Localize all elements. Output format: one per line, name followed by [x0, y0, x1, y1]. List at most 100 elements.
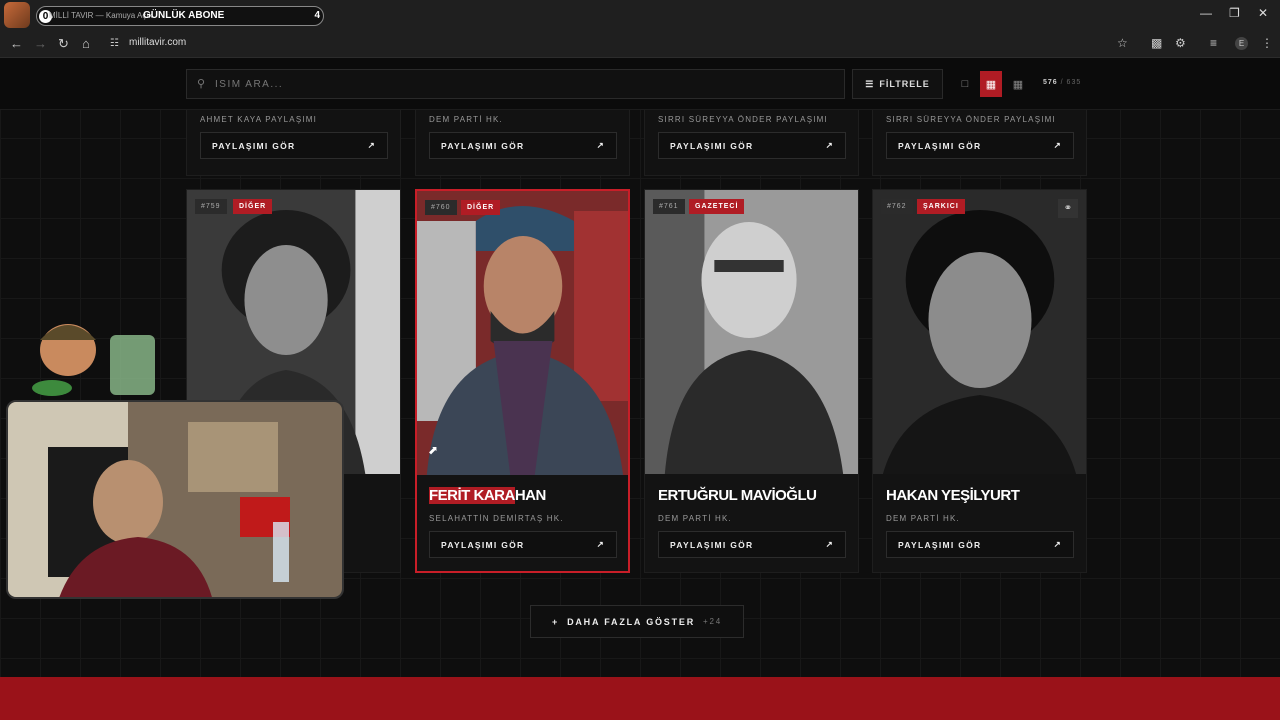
subscriber-counter-right: 4 [314, 10, 320, 21]
profile-avatar[interactable]: E [1235, 37, 1248, 50]
mouse-cursor-icon: ⬈ [428, 443, 439, 457]
person-photo [873, 190, 1086, 474]
card-party: SELAHATTİN DEMİRTAŞ HK. [429, 514, 564, 523]
browser-tab-bar: 0 MİLLİ TAVIR — Kamuya Açık GÜNLÜK ABONE… [0, 0, 1280, 31]
home-icon[interactable]: ⌂ [82, 36, 90, 51]
grid-4-icon: ▦ [985, 78, 997, 91]
link-icon[interactable]: ⚭ [1058, 199, 1078, 218]
search-box: ⚲ [186, 69, 845, 99]
bookmark-star-icon[interactable]: ☆ [1117, 36, 1128, 50]
restore-icon[interactable]: ❐ [1229, 6, 1240, 20]
view-share-button[interactable]: PAYLAŞIMI GÖR ↗ [658, 132, 846, 159]
share-label: PAYLAŞIMI GÖR [898, 539, 982, 550]
share-label: PAYLAŞIMI GÖR [441, 539, 525, 550]
arrow-up-right-icon: ↗ [596, 539, 605, 549]
share-label: PAYLAŞIMI GÖR [670, 539, 754, 550]
footer-red-bar [0, 677, 1280, 720]
forward-icon[interactable]: → [34, 36, 47, 51]
category-badge: GAZETECİ [689, 199, 745, 214]
category-badge: DİĞER [461, 200, 501, 215]
count-total: 635 [1066, 79, 1082, 86]
grid-9-icon: ▦ [1012, 78, 1024, 91]
name-rest: HAN [514, 487, 547, 504]
view-share-button[interactable]: PAYLAŞIMI GÖR ↗ [200, 132, 388, 159]
person-card[interactable]: #760 DİĞER FERİT KARAHAN SELAHATTİN DEMİ… [415, 189, 630, 573]
address-bar: ← → ↻ ⌂ ☷ millitavir.com ☆ ▩ ⚙ ≡ E ⋮ [0, 31, 1280, 58]
card-party: DEM PARTİ HK. [429, 115, 503, 124]
card-partial: SIRRI SÜREYYA ÖNDER PAYLAŞIMI PAYLAŞIMI … [872, 110, 1087, 176]
view-share-button[interactable]: PAYLAŞIMI GÖR ↗ [886, 531, 1074, 558]
back-icon[interactable]: ← [10, 36, 23, 51]
arrow-up-right-icon: ↗ [1053, 539, 1062, 549]
view-single-button[interactable]: □ [954, 71, 976, 97]
result-count: 576 / 635 [1043, 79, 1081, 86]
streamer-avatar-icon [4, 2, 30, 28]
card-partial: AHMET KAYA PAYLAŞIMI PAYLAŞIMI GÖR ↗ [186, 110, 401, 176]
count-separator: / [1060, 79, 1064, 86]
page-content: ⚲ ☰ FİLTRELE □ ▦ ▦ 576 / 635 AHMET KAYA … [0, 58, 1280, 720]
card-partial: DEM PARTİ HK. PAYLAŞIMI GÖR ↗ [415, 110, 630, 176]
show-more-button[interactable]: + DAHA FAZLA GÖSTER +24 [530, 605, 744, 638]
sticky-toolbar: ⚲ ☰ FİLTRELE □ ▦ ▦ 576 / 635 [0, 58, 1280, 110]
site-info-icon[interactable]: ☷ [110, 38, 119, 49]
minimize-icon[interactable]: — [1200, 6, 1212, 20]
browser-tab[interactable]: 0 MİLLİ TAVIR — Kamuya Açık GÜNLÜK ABONE… [36, 6, 324, 26]
square-icon: □ [961, 78, 969, 90]
card-party: SIRRI SÜREYYA ÖNDER PAYLAŞIMI [658, 115, 828, 124]
tab-title: MİLLİ TAVIR — Kamuya Açık [49, 11, 153, 20]
plus-icon: + [552, 616, 560, 627]
card-id-badge: #762 [881, 199, 913, 214]
show-more-count: +24 [703, 617, 722, 626]
card-party: SIRRI SÜREYYA ÖNDER PAYLAŞIMI [886, 115, 1056, 124]
card-party: DEM PARTİ HK. [886, 514, 960, 523]
extensions-icon[interactable]: ⚙ [1175, 36, 1186, 50]
view-share-button[interactable]: PAYLAŞIMI GÖR ↗ [658, 531, 846, 558]
card-id-badge: #760 [425, 200, 457, 215]
category-badge: ŞARKICI [917, 199, 965, 214]
person-name: HAKAN YEŞİLYURT [886, 487, 1020, 504]
view-dense-grid-button[interactable]: ▦ [1007, 71, 1029, 97]
url-field[interactable]: millitavir.com [129, 37, 186, 48]
card-party: DEM PARTİ HK. [658, 514, 732, 523]
arrow-up-right-icon: ↗ [367, 140, 376, 150]
person-photo [645, 190, 858, 474]
share-label: PAYLAŞIMI GÖR [441, 140, 525, 151]
share-label: PAYLAŞIMI GÖR [670, 140, 754, 151]
arrow-up-right-icon: ↗ [825, 539, 834, 549]
search-icon: ⚲ [197, 78, 206, 90]
view-share-button[interactable]: PAYLAŞIMI GÖR ↗ [429, 132, 617, 159]
show-more-label: DAHA FAZLA GÖSTER [567, 616, 695, 627]
search-input[interactable] [215, 76, 815, 92]
share-label: PAYLAŞIMI GÖR [898, 140, 982, 151]
view-share-button[interactable]: PAYLAŞIMI GÖR ↗ [886, 132, 1074, 159]
reading-list-icon[interactable]: ≡ [1210, 36, 1217, 50]
filter-button[interactable]: ☰ FİLTRELE [852, 69, 943, 99]
card-id-badge: #761 [653, 199, 685, 214]
count-current: 576 [1043, 79, 1058, 86]
arrow-up-right-icon: ↗ [1053, 140, 1062, 150]
view-grid-button[interactable]: ▦ [980, 71, 1002, 97]
reload-icon[interactable]: ↻ [58, 36, 69, 52]
screen-cast-icon[interactable]: ▩ [1151, 36, 1162, 50]
name-highlight: FERİT KARA [429, 487, 515, 504]
filter-label: FİLTRELE [879, 79, 930, 89]
card-partial: SIRRI SÜREYYA ÖNDER PAYLAŞIMI PAYLAŞIMI … [644, 110, 859, 176]
share-label: PAYLAŞIMI GÖR [212, 140, 296, 151]
category-badge: DİĞER [233, 199, 273, 214]
person-photo [417, 191, 628, 475]
webcam-overlay [6, 400, 344, 599]
arrow-up-right-icon: ↗ [825, 140, 834, 150]
person-name: ERTUĞRUL MAVİOĞLU [658, 487, 817, 504]
menu-kebab-icon[interactable]: ⋮ [1261, 36, 1273, 50]
daily-subscriber-label: GÜNLÜK ABONE [143, 10, 225, 21]
card-party: AHMET KAYA PAYLAŞIMI [200, 115, 318, 124]
card-id-badge: #759 [195, 199, 227, 214]
streamer-mascot-overlay [30, 310, 160, 400]
view-share-button[interactable]: PAYLAŞIMI GÖR ↗ [429, 531, 617, 558]
person-card[interactable]: #761 GAZETECİ ERTUĞRUL MAVİOĞLU DEM PART… [644, 189, 859, 573]
person-name: FERİT KARAHAN [429, 487, 546, 504]
person-card[interactable]: #762 ŞARKICI ⚭ HAKAN YEŞİLYURT DEM PARTİ… [872, 189, 1087, 573]
sliders-icon: ☰ [865, 78, 875, 89]
close-icon[interactable]: ✕ [1258, 6, 1268, 20]
arrow-up-right-icon: ↗ [596, 140, 605, 150]
